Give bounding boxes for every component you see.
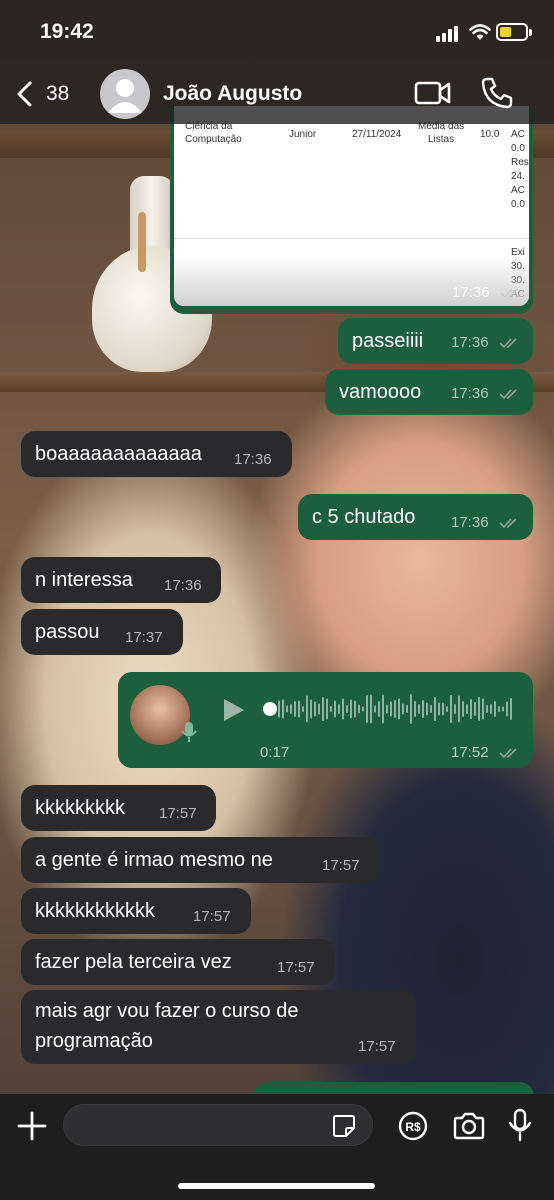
message-text: kkkkkkkkk [35,797,125,819]
contact-name[interactable]: João Augusto [163,82,302,106]
message-input[interactable] [63,1104,373,1146]
message-text: vamoooo [339,381,422,403]
message-time: 17:36 [451,334,489,351]
message-text-line-1: mais agr vou fazer o curso de [35,1000,299,1022]
read-receipt-icon [500,288,518,299]
phone-icon[interactable] [480,76,514,110]
voice-waveform [278,694,512,724]
message-text: fazer pela terceira vez [35,951,232,973]
wifi-icon [469,24,491,40]
read-receipt-icon [499,389,517,400]
message-text: n interessa [35,569,133,591]
message-text: passou [35,621,100,643]
voice-message-bubble[interactable]: 0:17 17:52 [118,672,533,768]
battery-icon [496,23,532,41]
pix-payment-icon[interactable]: R$ [398,1111,428,1141]
message-time: 17:52 [451,744,489,761]
contact-avatar[interactable] [100,69,150,119]
message-text: boaaaaaaaaaaaaa [35,443,202,465]
message-text: a gente é irmao mesmo ne [35,849,273,871]
message-bubble[interactable]: vamoooo 17:36 [325,369,533,415]
default-avatar-icon [108,79,142,113]
status-time: 19:42 [40,20,94,43]
document-preview: Ciência da Computação Junior 27/11/2024 … [174,106,529,306]
message-bubble[interactable]: passeiiii 17:36 [338,318,533,364]
message-text: kkkkkkkkkkkk [35,900,155,922]
chevron-left-icon [17,81,32,107]
message-bubble[interactable]: c 5 chutado 17:36 [298,494,533,540]
message-bubble[interactable]: fazer pela terceira vez 17:57 [21,939,335,985]
message-time: 17:57 [277,959,315,976]
sticker-icon[interactable] [332,1114,356,1138]
message-bubble[interactable]: boaaaaaaaaaaaaa 17:36 [21,431,292,477]
chat-header: 38 João Augusto [0,64,554,124]
status-bar: 19:42 [0,0,554,64]
message-time: 17:36 [164,577,202,594]
microphone-icon[interactable] [508,1108,532,1142]
message-text-line-2: programação [35,1030,153,1052]
doc-cell-details: AC 0.0 Res 24. AC 0.0 [511,129,529,210]
message-text: c 5 chutado [312,506,416,528]
microphone-icon [181,722,197,742]
message-time: 17:36 [452,284,490,301]
message-time: 17:57 [159,805,197,822]
message-time: 17:36 [234,451,272,468]
message-bubble[interactable]: mais agr vou fazer o curso de programaçã… [21,990,416,1064]
camera-icon[interactable] [452,1112,486,1140]
back-button[interactable]: 38 [14,76,84,112]
message-bubble[interactable]: kkkkkkkkk 17:57 [21,785,216,831]
read-receipt-icon [499,338,517,349]
message-time: 17:57 [358,1038,396,1055]
document-preview-bubble[interactable]: Ciência da Computação Junior 27/11/2024 … [170,106,533,314]
message-time: 17:57 [322,857,360,874]
message-time: 17:36 [451,514,489,531]
doc-cell-level: Junior [289,129,317,140]
message-bubble[interactable]: a gente é irmao mesmo ne 17:57 [21,837,380,883]
playback-scrubber[interactable] [263,702,277,716]
doc-cell-score: 10.0 [480,129,500,140]
read-receipt-icon [499,518,517,529]
cellular-signal-icon [436,24,462,42]
message-bubble[interactable]: kkkkkkkkkkkk 17:57 [21,888,251,934]
doc-row-divider [174,238,529,239]
message-time: 17:36 [451,385,489,402]
message-time: 17:37 [125,629,163,646]
home-indicator [178,1183,375,1189]
unread-count: 38 [46,82,70,105]
svg-text:R$: R$ [405,1120,421,1134]
read-receipt-icon [499,748,517,759]
message-bubble[interactable]: passou 17:37 [21,609,183,655]
message-text: passeiiii [352,330,424,352]
message-time: 17:57 [193,908,231,925]
message-bubble[interactable]: n interessa 17:36 [21,557,221,603]
video-camera-icon[interactable] [414,78,452,108]
voice-duration: 0:17 [260,744,290,761]
message-input-bar: R$ [0,1094,554,1200]
play-icon[interactable] [220,697,246,723]
doc-cell-date: 27/11/2024 [352,129,402,140]
plus-icon[interactable] [16,1110,48,1142]
